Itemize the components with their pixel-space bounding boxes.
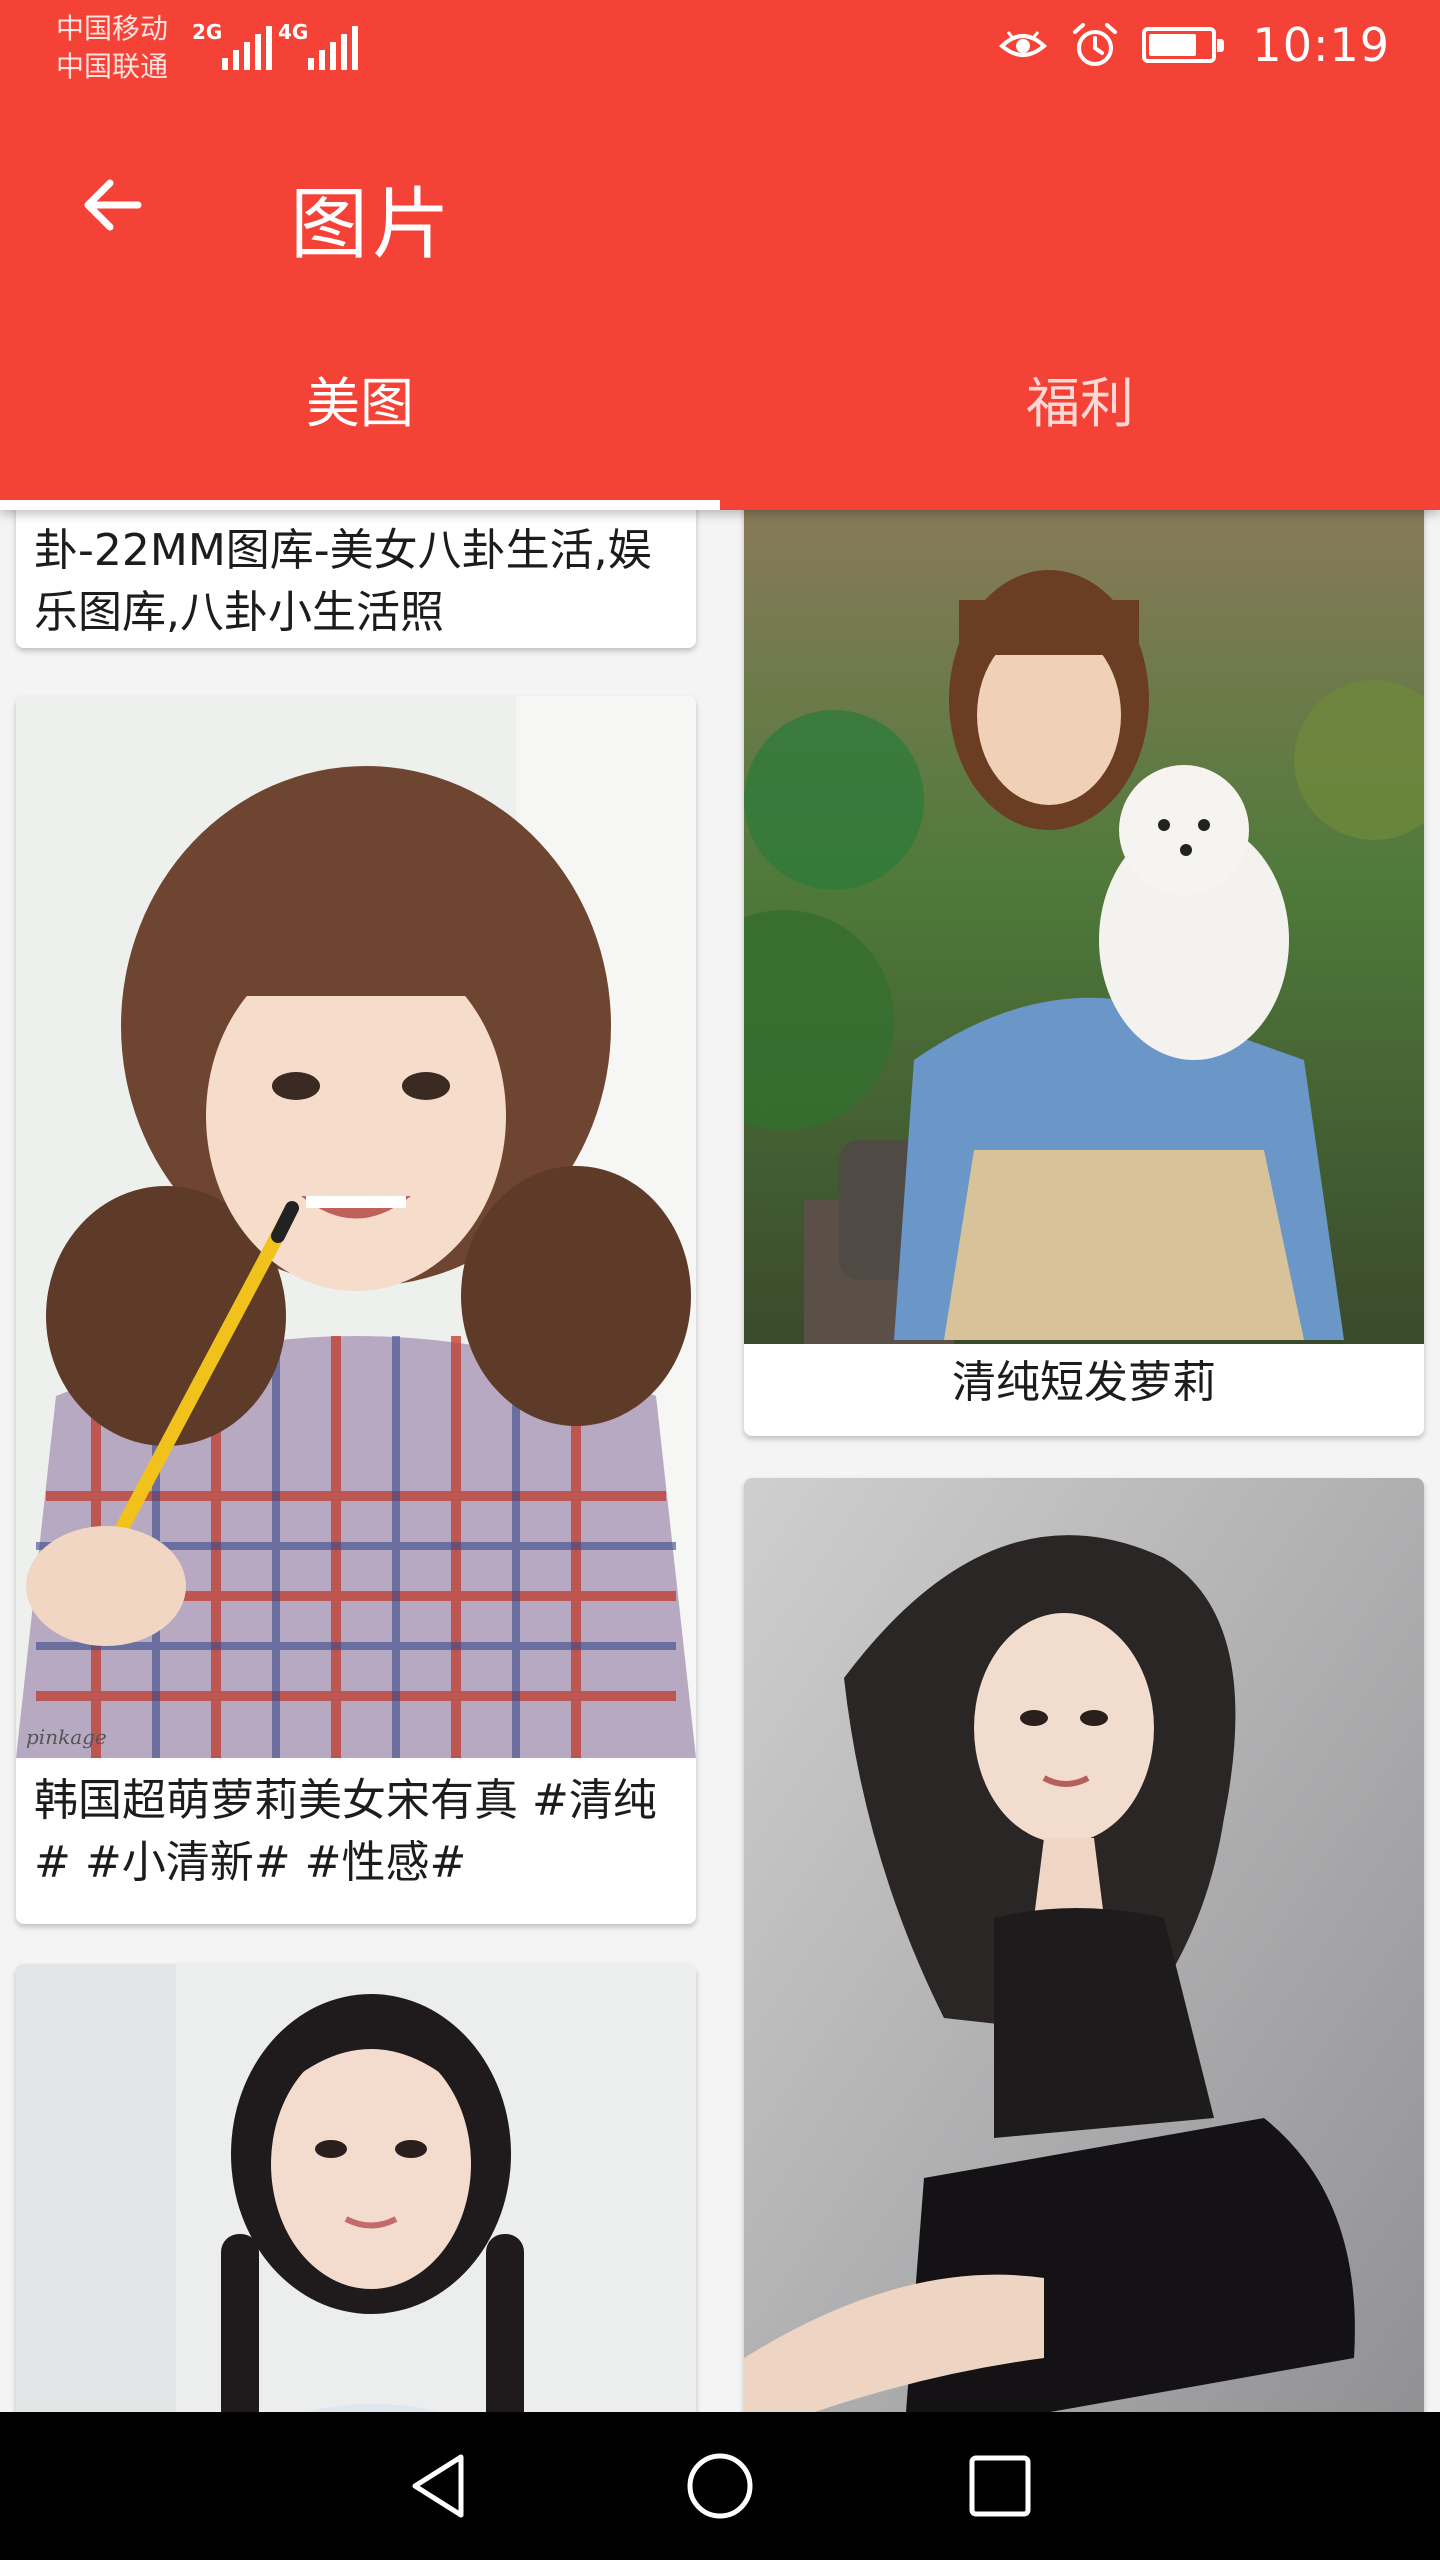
navigation-bar xyxy=(0,2412,1440,2560)
circle-home-icon xyxy=(687,2453,753,2519)
image-card[interactable]: 清纯短发萝莉 xyxy=(744,510,1424,1436)
triangle-back-icon xyxy=(412,2454,464,2518)
image-card[interactable]: pinkage 韩国超萌萝莉美女宋有真 #清纯# #小清新# #性感# xyxy=(16,696,696,1924)
tab-fuli[interactable]: 福利 xyxy=(720,320,1440,510)
screen: 中国移动 中国联通 2G 4G 10:19 图片 美图 福利 卦-22MM图库-… xyxy=(0,0,1440,2560)
nav-home-button[interactable] xyxy=(675,2441,765,2531)
image-grid[interactable]: 卦-22MM图库-美女八卦生活,娱乐图库,八卦小生活照 清纯短发萝莉 pinka… xyxy=(0,510,1440,2412)
photo-girl-with-pencil: pinkage xyxy=(16,696,696,1758)
app-bar: 中国移动 中国联通 2G 4G 10:19 图片 美图 福利 xyxy=(0,0,1440,510)
card-caption: 清纯短发萝莉 xyxy=(952,1357,1216,1408)
status-time: 10:19 xyxy=(1252,18,1390,72)
image-card[interactable]: 卦-22MM图库-美女八卦生活,娱乐图库,八卦小生活照 xyxy=(16,510,696,648)
carrier-1: 中国移动 xyxy=(56,12,169,45)
tab-label: 福利 xyxy=(1026,371,1134,435)
card-caption: 卦-22MM图库-美女八卦生活,娱乐图库,八卦小生活照 xyxy=(34,525,652,638)
photo-watermark: pinkage xyxy=(26,1725,107,1749)
toolbar: 图片 xyxy=(0,100,1440,320)
tab-bar: 美图 福利 xyxy=(0,320,1440,510)
card-photo xyxy=(744,1478,1424,2412)
status-icons: 10:19 xyxy=(998,18,1390,72)
tab-indicator xyxy=(0,500,720,510)
square-recents-icon xyxy=(969,2455,1031,2517)
back-button[interactable] xyxy=(52,145,172,265)
arrow-left-icon xyxy=(84,179,142,231)
photo-woman-black-dress xyxy=(744,1478,1424,2412)
card-photo xyxy=(16,1964,696,2412)
battery-icon xyxy=(1142,27,1225,63)
image-card[interactable] xyxy=(744,1478,1424,2412)
nav-recents-button[interactable] xyxy=(955,2441,1045,2531)
card-photo: pinkage xyxy=(16,696,696,1758)
photo-girl-with-dog xyxy=(744,510,1424,1344)
card-photo xyxy=(744,510,1424,1344)
photo-girl-with-braids xyxy=(16,1964,696,2412)
signal-2g-icon: 2G xyxy=(192,20,272,70)
status-bar: 中国移动 中国联通 2G 4G 10:19 xyxy=(0,0,1440,100)
image-card[interactable] xyxy=(16,1964,696,2412)
tab-meitu[interactable]: 美图 xyxy=(0,320,720,510)
alarm-icon xyxy=(1073,23,1118,66)
page-title: 图片 xyxy=(290,180,455,270)
card-caption: 韩国超萌萝莉美女宋有真 #清纯# #小清新# #性感# xyxy=(34,1775,657,1888)
signal-4g-icon: 4G xyxy=(278,20,358,70)
tab-label: 美图 xyxy=(306,371,414,435)
nav-back-button[interactable] xyxy=(395,2441,485,2531)
eye-comfort-icon xyxy=(999,31,1048,57)
carrier-info: 中国移动 中国联通 xyxy=(56,10,168,86)
carrier-2: 中国联通 xyxy=(56,50,169,83)
